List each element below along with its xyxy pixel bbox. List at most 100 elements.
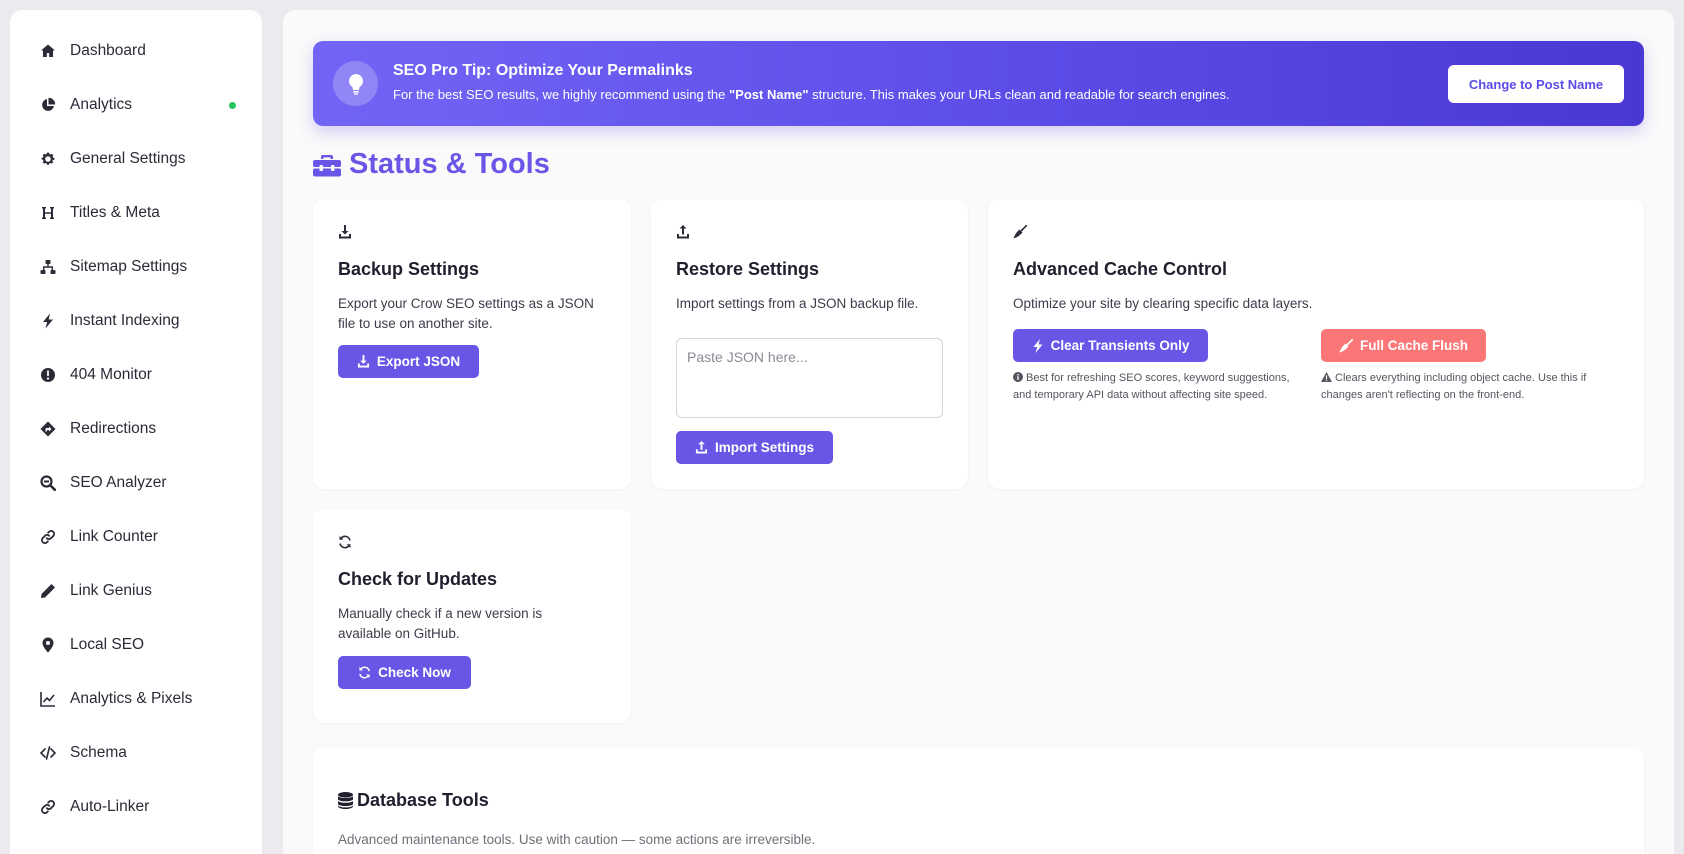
alert-circle-icon (38, 365, 58, 385)
link-icon (38, 797, 58, 817)
clear-transients-label: Clear Transients Only (1050, 338, 1190, 353)
sidebar-item-label: Titles & Meta (70, 204, 160, 221)
code-icon (38, 743, 58, 763)
sidebar-item-general-settings[interactable]: General Settings (10, 132, 262, 186)
restore-settings-card: Restore Settings Import settings from a … (651, 199, 968, 489)
sidebar-item-label: Auto-Linker (70, 798, 150, 815)
sidebar-item-redirections[interactable]: Redirections (10, 402, 262, 456)
main-content: SEO Pro Tip: Optimize Your Permalinks Fo… (283, 10, 1674, 854)
tip-text-before: For the best SEO results, we highly reco… (393, 87, 729, 102)
sidebar-item-analytics-pixels[interactable]: Analytics & Pixels (10, 672, 262, 726)
backup-settings-card: Backup Settings Export your Crow SEO set… (313, 199, 631, 489)
upload-icon (676, 225, 690, 239)
note-line: and temporary API data without affecting… (1013, 389, 1268, 401)
card-title: Check for Updates (338, 569, 498, 589)
broom-icon (1339, 338, 1353, 353)
download-icon (357, 355, 370, 368)
lightbulb-icon (333, 61, 378, 106)
card-description: Optimize your site by clearing specific … (1013, 296, 1313, 311)
refresh-icon (358, 666, 371, 679)
card-description-line: Export your Crow SEO settings as a JSON (338, 296, 594, 311)
upload-icon (695, 441, 708, 454)
sidebar-item-label: Instant Indexing (70, 312, 180, 329)
check-now-button[interactable]: Check Now (338, 656, 471, 689)
check-updates-card: Check for Updates Manually check if a ne… (313, 509, 631, 723)
advanced-cache-card: Advanced Cache Control Optimize your sit… (988, 199, 1644, 489)
bolt-icon (38, 311, 58, 331)
sitemap-icon (38, 257, 58, 277)
import-settings-button[interactable]: Import Settings (676, 431, 833, 464)
home-icon (38, 41, 58, 61)
heading-icon (38, 203, 58, 223)
pen-icon (38, 581, 58, 601)
export-json-label: Export JSON (376, 354, 461, 369)
card-title: Restore Settings (676, 259, 820, 279)
note-line: Clears everything including object cache… (1335, 372, 1587, 384)
sidebar-item-label: Local SEO (70, 636, 145, 653)
gear-icon (38, 149, 58, 169)
sidebar-item-local-seo[interactable]: Local SEO (10, 618, 262, 672)
line-chart-icon (38, 689, 58, 709)
map-pin-icon (38, 635, 58, 655)
note-line: Best for refreshing SEO scores, keyword … (1026, 372, 1290, 384)
sidebar-item-instant-indexing[interactable]: Instant Indexing (10, 294, 262, 348)
import-settings-label: Import Settings (714, 440, 814, 455)
clear-transients-button[interactable]: Clear Transients Only (1013, 329, 1208, 362)
sidebar-item-titles-meta[interactable]: Titles & Meta (10, 186, 262, 240)
note-line: changes aren't reflecting on the front-e… (1321, 389, 1525, 401)
card-description: Manually check if a new version is avail… (338, 604, 542, 644)
json-input[interactable] (676, 338, 943, 418)
sidebar-item-label: General Settings (70, 150, 186, 167)
database-icon (338, 792, 353, 809)
sidebar: Dashboard Analytics General Settings Tit… (10, 10, 262, 854)
sidebar-item-label: Analytics & Pixels (70, 690, 193, 707)
refresh-icon (338, 535, 352, 549)
card-description: Import settings from a JSON backup file. (676, 296, 919, 311)
sidebar-item-analytics[interactable]: Analytics (10, 78, 262, 132)
database-tools-card: Database Tools Advanced maintenance tool… (313, 747, 1644, 854)
sidebar-item-label: Dashboard (70, 42, 146, 59)
toolbox-icon (313, 153, 341, 177)
sidebar-item-schema[interactable]: Schema (10, 726, 262, 780)
sidebar-item-label: SEO Analyzer (70, 474, 167, 491)
info-icon (1013, 371, 1023, 387)
search-icon (38, 473, 58, 493)
pie-chart-icon (38, 95, 58, 115)
database-tools-title-text: Database Tools (357, 790, 489, 810)
warning-icon (1321, 371, 1332, 387)
card-title: Advanced Cache Control (1013, 259, 1228, 279)
change-to-post-name-button[interactable]: Change to Post Name (1448, 65, 1624, 103)
broom-icon (1013, 225, 1027, 239)
flush-note: Clears everything including object cache… (1321, 370, 1586, 403)
export-json-button[interactable]: Export JSON (338, 345, 479, 378)
card-description-line: available on GitHub. (338, 626, 460, 641)
bolt-icon (1032, 338, 1044, 353)
link-icon (38, 527, 58, 547)
sidebar-item-label: Schema (70, 744, 127, 761)
full-cache-flush-button[interactable]: Full Cache Flush (1321, 329, 1486, 362)
sidebar-item-label: 404 Monitor (70, 366, 152, 383)
page-title: Status & Tools (313, 148, 550, 181)
seo-tip-banner: SEO Pro Tip: Optimize Your Permalinks Fo… (313, 41, 1644, 126)
sidebar-item-label: Link Genius (70, 582, 152, 599)
sidebar-item-link-genius[interactable]: Link Genius (10, 564, 262, 618)
sidebar-item-dashboard[interactable]: Dashboard (10, 24, 262, 78)
sidebar-item-label: Sitemap Settings (70, 258, 188, 275)
card-description-line: file to use on another site. (338, 316, 493, 331)
full-cache-flush-label: Full Cache Flush (1359, 338, 1468, 353)
directions-icon (38, 419, 58, 439)
card-title: Backup Settings (338, 259, 480, 279)
card-description-line: Manually check if a new version is (338, 606, 543, 621)
tip-text-after: structure. This makes your URLs clean an… (808, 87, 1230, 102)
transients-note: Best for refreshing SEO scores, keyword … (1013, 370, 1290, 403)
tip-title: SEO Pro Tip: Optimize Your Permalinks (393, 62, 693, 79)
sidebar-item-auto-linker[interactable]: Auto-Linker (10, 780, 262, 834)
tip-text: For the best SEO results, we highly reco… (393, 87, 1230, 102)
sidebar-item-sitemap-settings[interactable]: Sitemap Settings (10, 240, 262, 294)
sidebar-item-seo-analyzer[interactable]: SEO Analyzer (10, 456, 262, 510)
sidebar-item-404-monitor[interactable]: 404 Monitor (10, 348, 262, 402)
sidebar-item-label: Link Counter (70, 528, 158, 545)
sidebar-item-link-counter[interactable]: Link Counter (10, 510, 262, 564)
card-description: Export your Crow SEO settings as a JSON … (338, 294, 594, 334)
sidebar-item-label: Analytics (70, 96, 133, 113)
